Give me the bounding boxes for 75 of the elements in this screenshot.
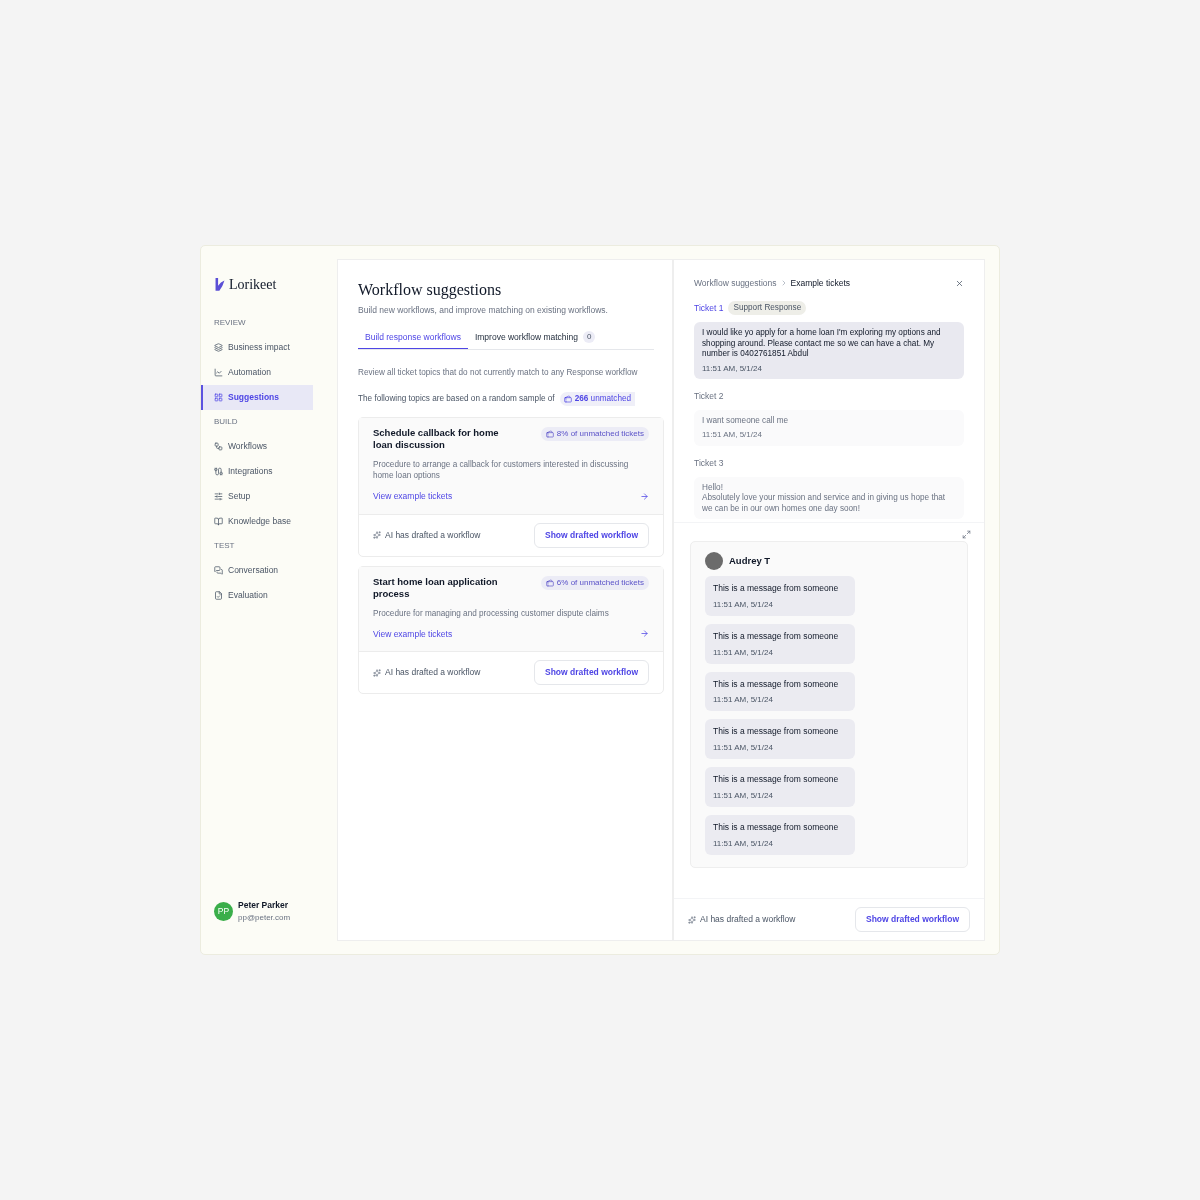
ticket-icon <box>545 578 554 587</box>
card-description: Procedure to arrange a callback for customers interested in discussing home loan options <box>373 459 630 482</box>
user-email: pp@peter.com <box>238 912 291 924</box>
section-heading: REVIEW <box>213 317 247 329</box>
contact-avatar <box>705 552 723 571</box>
card-description: Procedure for managing and processing customer dispute claims <box>373 607 610 619</box>
percent-badge: 6% of unmatched tickets <box>540 575 649 590</box>
intro-text: Review all ticket topics that do not currently match to any Response workflow <box>358 366 639 379</box>
section-heading: TEST <box>213 540 236 552</box>
unmatched-badge: 266 unmatched <box>559 391 636 407</box>
ticket-message[interactable]: I would like yo apply for a home loan I'm exploring my options and shopping around. Please contact me so we can have a chat. My number is 0402761851 Abdul 11:51 AM, 5/1/24 <box>694 322 964 380</box>
ticket-label[interactable]: Ticket 2 <box>694 390 724 403</box>
example-tickets-link[interactable]: View example tickets <box>373 627 453 641</box>
cable-icon <box>214 467 223 476</box>
tab[interactable]: Improve workflow matching 0 <box>467 330 603 349</box>
file-check-icon <box>214 591 223 600</box>
sidebar-item[interactable]: Suggestions <box>201 385 313 410</box>
chat-message: This is a message from someone 11:51 AM, 5/1/24 <box>705 671 855 712</box>
user-avatar: PP <box>214 902 233 922</box>
sparkle-icon <box>688 915 696 924</box>
layers-icon <box>214 343 223 352</box>
sidebar-item[interactable]: Setup <box>201 484 313 509</box>
section-heading: BUILD <box>213 416 239 428</box>
draft-note: AI has drafted a workflow <box>385 666 481 680</box>
chat-message: This is a message from someone 11:51 AM, 5/1/24 <box>705 767 855 807</box>
brand-name: Lorikeet <box>229 276 277 294</box>
sidebar-item[interactable]: Workflows <box>201 434 313 459</box>
breadcrumb-current: Example tickets <box>790 277 851 290</box>
ticket-message[interactable]: Hello! Absolutely love your mission and service and in giving us hope that we can be in our own homes one day soon! <box>694 476 964 520</box>
example-tickets-link[interactable]: View example tickets <box>373 490 453 503</box>
sidebar-item[interactable]: Knowledge base <box>201 509 313 534</box>
expand-icon[interactable] <box>962 530 971 540</box>
ticket-tag: Support Response <box>728 300 807 316</box>
arrow-right-icon <box>640 629 649 639</box>
close-icon[interactable] <box>955 278 964 288</box>
ticket-icon <box>563 394 572 403</box>
percent-badge: 8% of unmatched tickets <box>540 427 649 442</box>
page-title: Workflow suggestions <box>358 280 503 301</box>
arrow-right-icon <box>640 491 649 501</box>
sample-text: The following topics are based on a random sample of <box>358 392 555 405</box>
sidebar-item[interactable]: Integrations <box>201 459 313 484</box>
page-subtitle: Build new workflows, and improve matching on existing workflows. <box>358 304 609 317</box>
card-title: Start home loan application process <box>373 575 499 600</box>
draft-note: AI has drafted a workflow <box>385 528 481 542</box>
sparkle-icon <box>373 668 381 677</box>
book-icon <box>214 517 223 526</box>
card-title: Schedule callback for home loan discussion <box>373 427 500 452</box>
sparkle-icon <box>373 531 381 540</box>
tab[interactable]: Build response workflows <box>358 330 468 349</box>
chart-icon <box>214 368 223 377</box>
ticket-label[interactable]: Ticket 1 <box>694 301 724 315</box>
bird-logo-icon <box>214 277 226 292</box>
tab-count: 0 <box>582 331 596 344</box>
show-workflow-button[interactable]: Show drafted workflow <box>854 907 970 932</box>
sliders-icon <box>214 492 223 501</box>
user-name: Peter Parker <box>238 899 290 912</box>
sidebar-item[interactable]: Conversation <box>201 558 313 583</box>
chat-message: This is a message from someone 11:51 AM, 5/1/24 <box>705 719 855 760</box>
sidebar-item[interactable]: Business impact <box>201 335 313 360</box>
chat-message: This is a message from someone 11:51 AM, 5/1/24 <box>705 623 855 664</box>
chat-icon <box>214 566 223 575</box>
sidebar-item[interactable]: Evaluation <box>201 583 313 608</box>
sidebar-item[interactable]: Automation <box>201 360 313 385</box>
breadcrumb-link[interactable]: Workflow suggestions <box>694 277 777 290</box>
chat-message: This is a message from someone 11:51 AM, 5/1/24 <box>705 576 855 616</box>
show-workflow-button[interactable]: Show drafted workflow <box>533 660 649 686</box>
ticket-icon <box>545 430 554 439</box>
show-workflow-button[interactable]: Show drafted workflow <box>533 522 649 548</box>
ticket-message[interactable]: I want someone call me 11:51 AM, 5/1/24 <box>694 409 964 446</box>
chat-message: This is a message from someone 11:51 AM, 5/1/24 <box>705 814 855 855</box>
contact-name: Audrey T <box>729 553 771 568</box>
grid-icon <box>214 393 223 402</box>
draft-note: AI has drafted a workflow <box>700 913 796 926</box>
workflow-icon <box>214 442 223 451</box>
ticket-label[interactable]: Ticket 3 <box>694 456 724 470</box>
